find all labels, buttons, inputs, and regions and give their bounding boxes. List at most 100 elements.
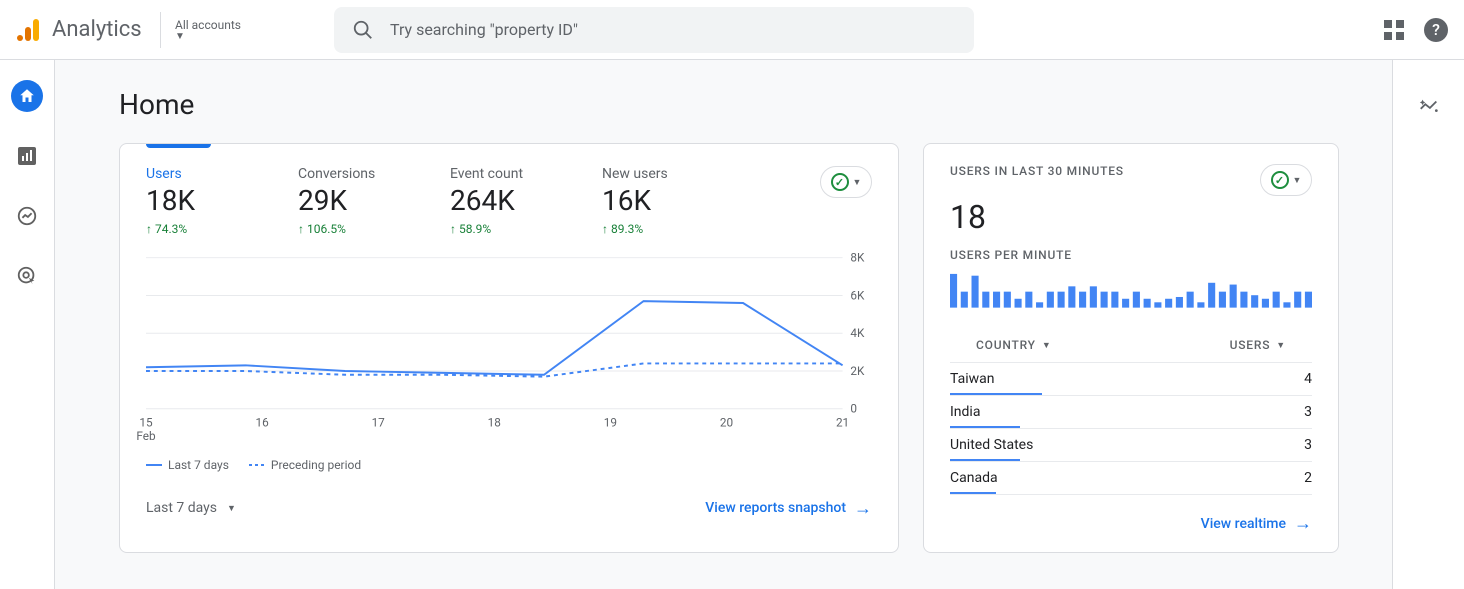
line-chart: 02K4K6K8K15161718192021Feb [120, 250, 898, 454]
search-input[interactable]: Try searching "property ID" [334, 7, 974, 53]
range-label: Last 7 days [146, 500, 217, 516]
insights-panel-toggle[interactable] [1392, 60, 1464, 589]
legend-prev-label: Preceding period [271, 458, 361, 472]
page-title: Home [119, 88, 1339, 121]
nav-home[interactable] [11, 80, 43, 112]
svg-text:21: 21 [836, 415, 849, 429]
metric-value: 16K [602, 184, 702, 218]
metric-value: 29K [298, 184, 398, 218]
cards-row: Users 18K ↑ 74.3% Conversions 29K ↑ 106.5% Eve… [119, 143, 1339, 553]
account-label: All accounts [175, 18, 241, 32]
status-pill[interactable]: ✓ ▼ [820, 166, 872, 198]
legend-current: Last 7 days [146, 458, 229, 472]
legend-current-label: Last 7 days [168, 458, 229, 472]
app-header: Analytics All accounts ▼ Try searching "… [0, 0, 1464, 60]
nav-explore[interactable] [11, 200, 43, 232]
target-click-icon [16, 265, 38, 287]
metric-value: 18K [146, 184, 246, 218]
country-bar [950, 459, 1020, 461]
svg-text:0: 0 [850, 401, 857, 415]
realtime-value: 18 [924, 196, 1338, 248]
nav-reports[interactable] [11, 140, 43, 172]
country-users: 3 [1304, 404, 1312, 420]
insights-icon [1418, 96, 1440, 118]
country-name: Taiwan [950, 371, 994, 387]
svg-text:Feb: Feb [136, 429, 156, 443]
svg-text:19: 19 [604, 415, 617, 429]
country-users: 3 [1304, 437, 1312, 453]
realtime-title: USERS IN LAST 30 MINUTES [950, 164, 1124, 178]
country-row[interactable]: United States3 [950, 429, 1312, 462]
card-footer: Last 7 days ▼ View reports snapshot → [120, 486, 898, 537]
search-icon [352, 19, 374, 41]
svg-text:20: 20 [720, 415, 733, 429]
content: Home Users 18K ↑ 74.3% Conversions 29K ↑ 106.… [55, 60, 1464, 589]
country-name: India [950, 404, 980, 420]
metric-label: Conversions [298, 166, 398, 182]
help-icon[interactable]: ? [1424, 18, 1448, 42]
realtime-card: USERS IN LAST 30 MINUTES ✓ ▼ 18 USERS PE… [923, 143, 1339, 553]
metric-label: Event count [450, 166, 550, 182]
metric-change: ↑ 106.5% [298, 222, 398, 236]
logo[interactable]: Analytics [16, 17, 160, 43]
chevron-down-icon: ▼ [853, 177, 862, 188]
main: Home Users 18K ↑ 74.3% Conversions 29K ↑ 106.… [0, 60, 1464, 589]
search-placeholder: Try searching "property ID" [390, 20, 578, 39]
overview-card: Users 18K ↑ 74.3% Conversions 29K ↑ 106.5% Eve… [119, 143, 899, 553]
analytics-logo-icon [16, 17, 42, 43]
svg-text:2K: 2K [850, 364, 865, 378]
country-row[interactable]: Taiwan 4 [950, 363, 1312, 396]
app-title: Analytics [52, 17, 142, 42]
svg-text:15: 15 [139, 415, 153, 429]
chevron-down-icon: ▼ [227, 503, 236, 514]
svg-text:4K: 4K [850, 326, 865, 340]
metric-conversions[interactable]: Conversions 29K ↑ 106.5% [298, 166, 398, 236]
country-row[interactable]: India 3 [950, 396, 1312, 429]
status-pill[interactable]: ✓ ▼ [1260, 164, 1312, 196]
svg-text:18: 18 [488, 415, 501, 429]
country-row[interactable]: Canada 2 [950, 462, 1312, 495]
metric-label: New users [602, 166, 702, 182]
metric-label: Users [146, 166, 246, 182]
metric-change: ↑ 74.3% [146, 222, 246, 236]
check-icon: ✓ [1271, 171, 1289, 189]
check-icon: ✓ [831, 173, 849, 191]
arrow-right-icon: → [854, 498, 872, 519]
chevron-down-icon: ▼ [1293, 175, 1302, 186]
metric-users[interactable]: Users 18K ↑ 74.3% [146, 166, 246, 236]
country-users: 4 [1304, 371, 1312, 387]
sidebar [0, 60, 55, 589]
metric-new-users[interactable]: New users 16K ↑ 89.3% [602, 166, 702, 236]
realtime-subtitle: USERS PER MINUTE [924, 248, 1338, 268]
metric-event-count[interactable]: Event count 264K ↑ 58.9% [450, 166, 550, 236]
country-list: Taiwan4India3United States3Canada2 [924, 363, 1338, 495]
country-sort[interactable]: COUNTRY▼ [976, 338, 1052, 352]
country-bar [950, 426, 1020, 428]
country-bar [950, 492, 996, 494]
country-bar [950, 393, 1042, 395]
bar-chart-icon [18, 147, 36, 165]
account-selector[interactable]: All accounts ▼ [160, 12, 310, 48]
header-actions: ? [1384, 18, 1448, 42]
nav-advertising[interactable] [11, 260, 43, 292]
chevron-down-icon: ▼ [175, 32, 185, 42]
users-sort[interactable]: USERS▼ [1230, 338, 1286, 352]
view-reports-link[interactable]: View reports snapshot → [705, 498, 872, 519]
view-reports-label: View reports snapshot [705, 500, 846, 516]
users-header-label: USERS [1230, 338, 1271, 352]
metric-value: 264K [450, 184, 550, 218]
country-users: 2 [1304, 470, 1312, 486]
metric-change: ↑ 89.3% [602, 222, 702, 236]
apps-icon[interactable] [1384, 20, 1404, 40]
svg-text:16: 16 [255, 415, 269, 429]
chart-legend: Last 7 days Preceding period [120, 454, 898, 486]
home-icon [18, 87, 36, 105]
metrics-row: Users 18K ↑ 74.3% Conversions 29K ↑ 106.5% Eve… [120, 148, 898, 250]
chevron-down-icon: ▼ [1042, 340, 1052, 351]
trend-circle-icon [16, 205, 38, 227]
country-name: Canada [950, 470, 998, 486]
date-range-selector[interactable]: Last 7 days ▼ [146, 500, 236, 516]
metric-change: ↑ 58.9% [450, 222, 550, 236]
view-realtime-label: View realtime [1201, 516, 1286, 532]
view-realtime-link[interactable]: View realtime → [1201, 513, 1312, 534]
